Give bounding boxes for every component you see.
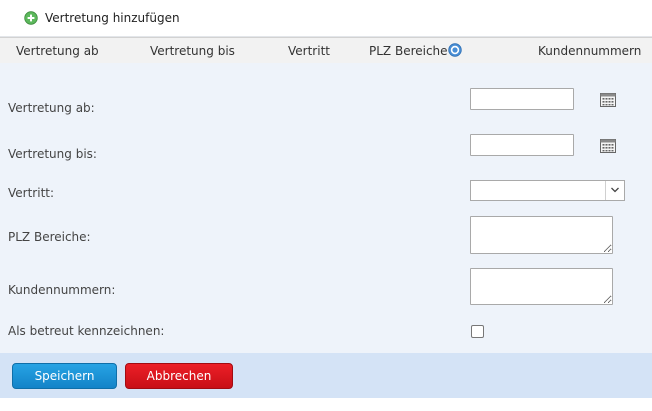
bottom-spacer [0, 398, 652, 411]
save-button[interactable]: Speichern [12, 363, 117, 389]
add-vertretung-link[interactable]: Vertretung hinzufügen [24, 10, 180, 26]
col-header-kundennummern[interactable]: Kundennummern [538, 44, 641, 58]
label-als-betreut: Als betreut kennzeichnen: [8, 324, 165, 338]
vertretung-ab-input[interactable] [470, 88, 574, 110]
label-kundennummern: Kundennummern: [8, 283, 116, 297]
label-plz-bereiche: PLZ Bereiche: [8, 230, 91, 244]
help-icon[interactable] [448, 43, 462, 57]
chevron-down-icon [611, 187, 619, 193]
add-vertretung-label: Vertretung hinzufügen [45, 11, 180, 25]
als-betreut-checkbox[interactable] [471, 325, 484, 338]
plus-circle-icon [24, 11, 38, 25]
calendar-icon[interactable] [600, 139, 616, 153]
toolbar: Vertretung hinzufügen [0, 0, 652, 37]
vertretung-bis-input[interactable] [470, 134, 574, 156]
label-vertretung-ab: Vertretung ab: [8, 101, 95, 115]
label-vertretung-bis: Vertretung bis: [8, 147, 97, 161]
col-header-plz-bereiche[interactable]: PLZ Bereiche [369, 44, 448, 58]
kundennummern-textarea[interactable] [470, 268, 613, 305]
col-header-vertretung-ab[interactable]: Vertretung ab [16, 44, 99, 58]
table-header: Vertretung ab Vertretung bis Vertritt PL… [0, 37, 652, 64]
form-footer: Speichern Abbrechen [0, 353, 652, 398]
label-vertritt: Vertritt: [8, 186, 55, 200]
vertritt-select[interactable] [470, 180, 625, 201]
select-divider [605, 181, 606, 200]
col-header-vertritt[interactable]: Vertritt [288, 44, 330, 58]
calendar-icon[interactable] [600, 93, 616, 107]
col-header-vertretung-bis[interactable]: Vertretung bis [150, 44, 235, 58]
plz-bereiche-textarea[interactable] [470, 216, 613, 254]
cancel-button[interactable]: Abbrechen [125, 363, 233, 389]
vertretung-form: Vertretung ab: Vertretung bis: Vertritt:… [0, 63, 652, 353]
